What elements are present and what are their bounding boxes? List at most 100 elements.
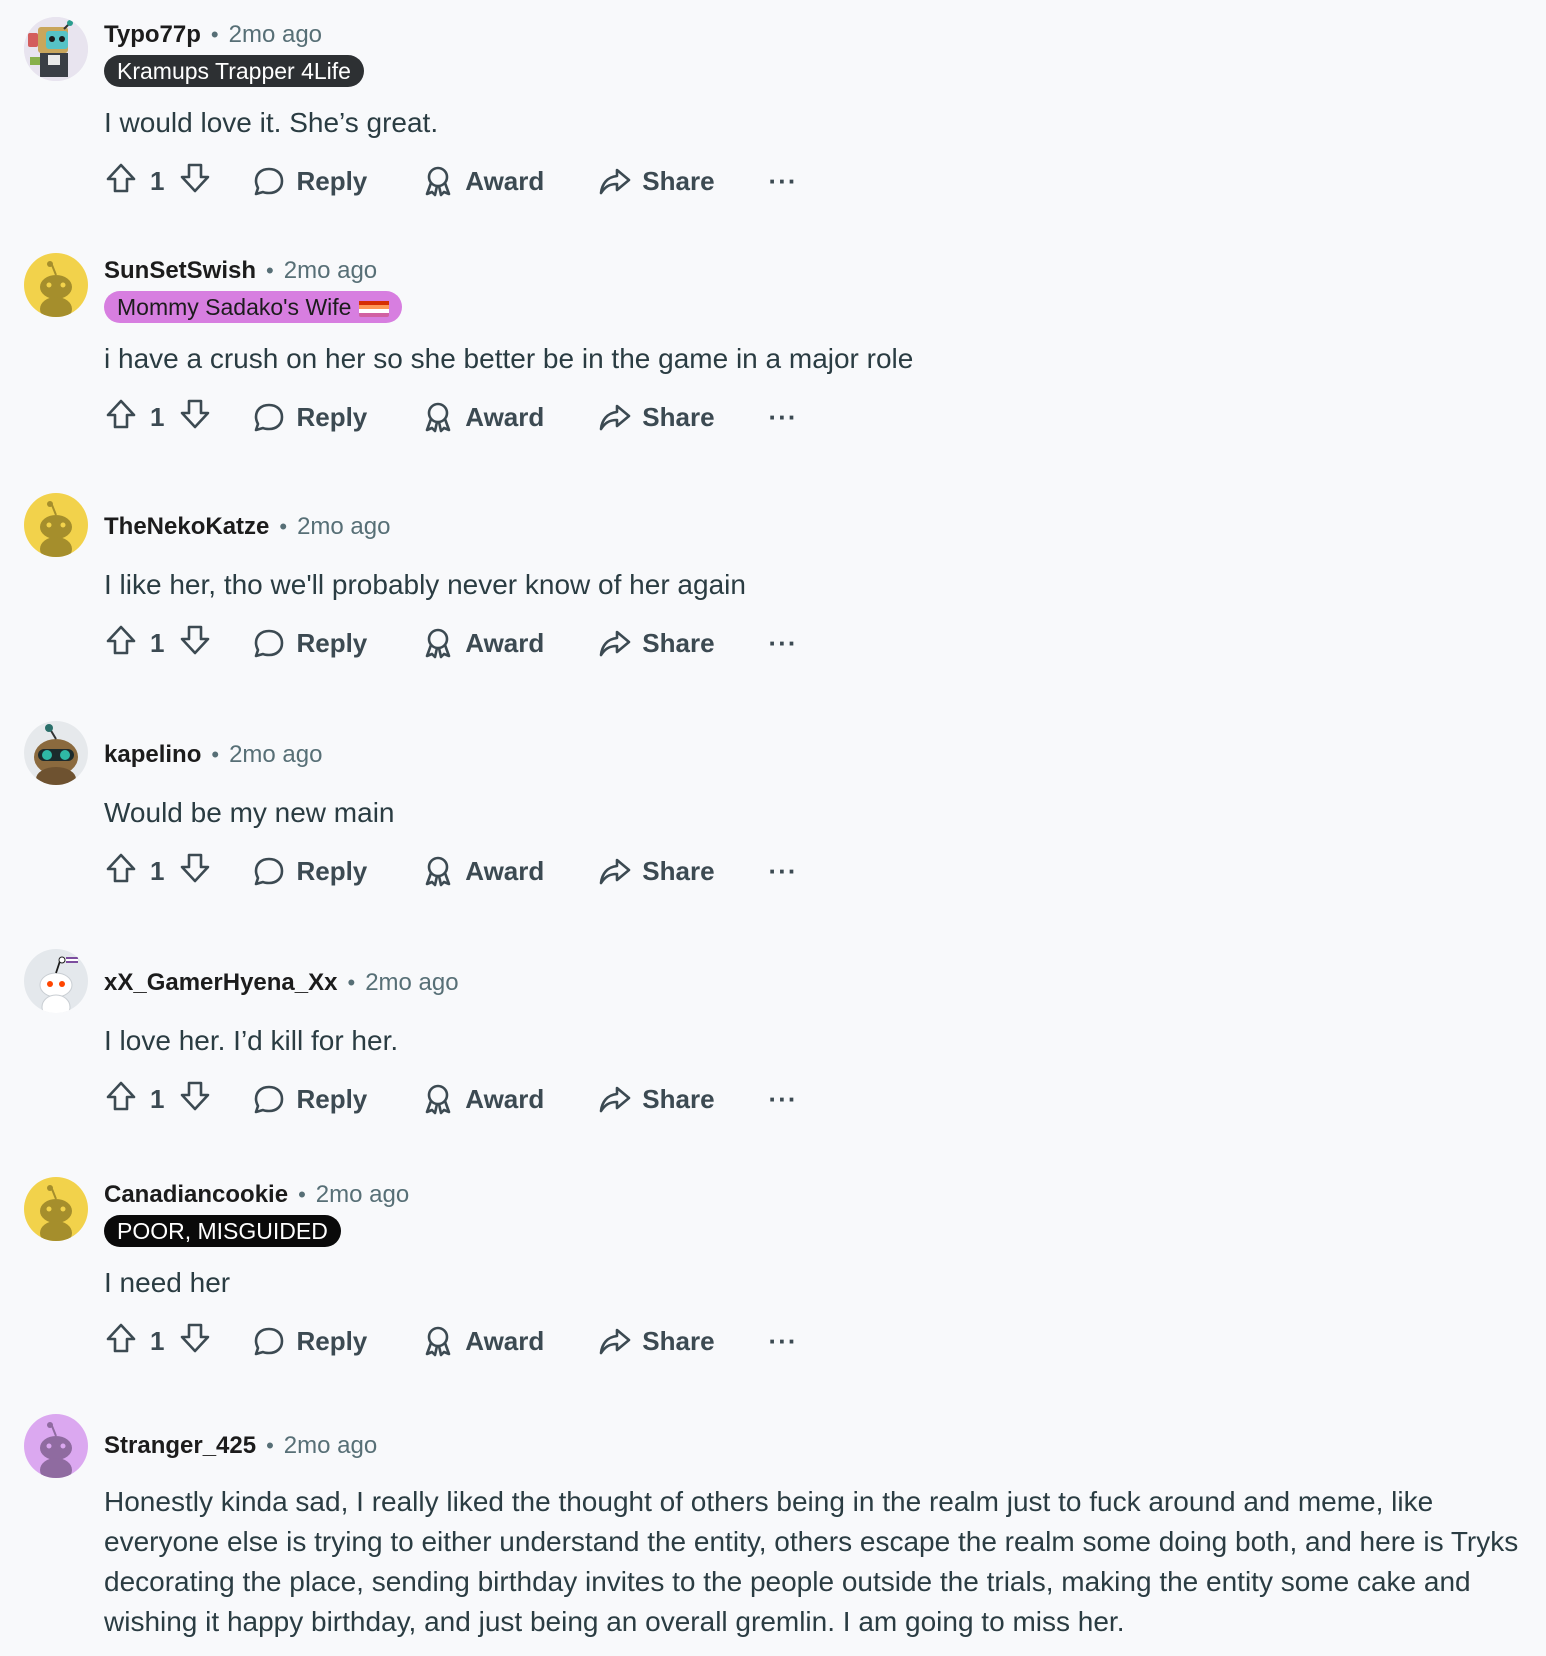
user-avatar[interactable] xyxy=(24,1414,88,1478)
downvote-icon[interactable] xyxy=(178,851,212,892)
goggles-avatar-icon xyxy=(24,721,88,785)
reply-label: Reply xyxy=(296,1325,368,1356)
comment-bubble-icon xyxy=(255,1085,284,1114)
vote-count: 1 xyxy=(150,855,165,886)
separator-dot: • xyxy=(298,1182,306,1207)
comment-text: Honestly kinda sad, I really liked the t… xyxy=(104,1486,1519,1637)
timestamp[interactable]: 2mo ago xyxy=(316,1177,409,1213)
comment-actions: 1 Reply Award Share ··· xyxy=(104,1319,1524,1363)
downvote-icon[interactable] xyxy=(178,397,212,438)
robot-avatar-icon xyxy=(24,17,88,81)
user-avatar[interactable] xyxy=(24,949,88,1013)
comment-body: TheNekoKatze • 2mo ago I like her, tho w… xyxy=(104,493,1524,665)
separator-dot: • xyxy=(266,258,274,283)
snoo-yellow-avatar-icon xyxy=(24,493,88,557)
username[interactable]: kapelino xyxy=(104,737,201,773)
more-options-icon[interactable]: ··· xyxy=(769,1084,798,1115)
more-options-icon[interactable]: ··· xyxy=(769,628,798,659)
share-label: Share xyxy=(642,1083,715,1114)
reply-button[interactable]: Reply xyxy=(252,1324,367,1358)
timestamp[interactable]: 2mo ago xyxy=(297,509,390,545)
username[interactable]: Canadiancookie xyxy=(104,1177,288,1213)
username[interactable]: TheNekoKatze xyxy=(104,509,269,545)
separator-dot: • xyxy=(347,970,356,995)
timestamp[interactable]: 2mo ago xyxy=(284,253,377,289)
comment-actions: 1 Reply Award Share ··· xyxy=(104,621,1524,665)
award-button[interactable]: Award xyxy=(421,1324,544,1358)
timestamp[interactable]: 2mo ago xyxy=(229,17,322,53)
comment-body: kapelino • 2mo ago Would be my new main … xyxy=(104,721,1524,893)
award-icon xyxy=(425,856,451,887)
user-avatar[interactable] xyxy=(24,17,88,81)
award-button[interactable]: Award xyxy=(421,164,544,198)
upvote-icon[interactable] xyxy=(104,851,138,892)
share-label: Share xyxy=(642,165,715,196)
reply-button[interactable]: Reply xyxy=(252,626,367,660)
award-icon xyxy=(425,1084,451,1115)
timestamp[interactable]: 2mo ago xyxy=(365,965,458,1001)
comment-bubble-icon xyxy=(255,857,284,886)
reply-button[interactable]: Reply xyxy=(252,400,367,434)
reply-button[interactable]: Reply xyxy=(252,1082,367,1116)
share-button[interactable]: Share xyxy=(598,854,715,888)
award-button[interactable]: Award xyxy=(421,400,544,434)
award-icon xyxy=(425,1326,451,1357)
separator-dot: • xyxy=(279,514,288,539)
user-flair: Kramups Trapper 4Life xyxy=(104,55,364,87)
vote-count: 1 xyxy=(150,401,165,432)
downvote-icon[interactable] xyxy=(178,1079,212,1120)
share-button[interactable]: Share xyxy=(598,1324,715,1358)
share-icon xyxy=(599,168,631,195)
upvote-icon[interactable] xyxy=(104,1079,138,1120)
username[interactable]: xX_GamerHyena_Xx xyxy=(104,965,337,1001)
comment-actions: 1 Reply Award Share ··· xyxy=(104,395,1524,439)
more-options-icon[interactable]: ··· xyxy=(769,1326,798,1357)
timestamp[interactable]: 2mo ago xyxy=(229,737,322,773)
upvote-icon[interactable] xyxy=(104,1321,138,1362)
comment-body: Canadiancookie • 2mo ago POOR, MISGUIDED… xyxy=(104,1177,1524,1363)
share-button[interactable]: Share xyxy=(598,164,715,198)
share-label: Share xyxy=(642,855,715,886)
reply-button[interactable]: Reply xyxy=(252,164,367,198)
upvote-icon[interactable] xyxy=(104,623,138,664)
comment-meta: xX_GamerHyena_Xx • 2mo ago xyxy=(104,965,1524,1001)
separator-dot: • xyxy=(266,1433,274,1458)
flair-text: Mommy Sadako's Wife xyxy=(117,294,352,320)
comment-bubble-icon xyxy=(255,403,284,432)
vote-count: 1 xyxy=(150,165,165,196)
upvote-icon[interactable] xyxy=(104,397,138,438)
more-options-icon[interactable]: ··· xyxy=(769,856,798,887)
more-options-icon[interactable]: ··· xyxy=(769,166,798,197)
upvote-icon[interactable] xyxy=(104,161,138,202)
user-avatar[interactable] xyxy=(24,493,88,557)
comment-body: SunSetSwish • 2mo ago Mommy Sadako's Wif… xyxy=(104,253,1524,439)
reply-label: Reply xyxy=(296,401,368,432)
share-button[interactable]: Share xyxy=(598,626,715,660)
snoo-yellow-avatar-icon xyxy=(24,1177,88,1241)
more-options-icon[interactable]: ··· xyxy=(769,402,798,433)
share-button[interactable]: Share xyxy=(598,1082,715,1116)
username[interactable]: SunSetSwish xyxy=(104,253,256,289)
user-avatar[interactable] xyxy=(24,253,88,317)
award-label: Award xyxy=(465,165,545,196)
award-button[interactable]: Award xyxy=(421,626,544,660)
reply-button[interactable]: Reply xyxy=(252,854,367,888)
separator-dot: • xyxy=(210,22,219,47)
username[interactable]: Stranger_425 xyxy=(104,1428,256,1464)
share-button[interactable]: Share xyxy=(598,400,715,434)
award-button[interactable]: Award xyxy=(421,854,544,888)
user-avatar[interactable] xyxy=(24,721,88,785)
timestamp[interactable]: 2mo ago xyxy=(284,1428,377,1464)
award-icon xyxy=(425,402,451,433)
username[interactable]: Typo77p xyxy=(104,17,201,53)
downvote-icon[interactable] xyxy=(178,1321,212,1362)
comment-actions: 1 Reply Award Share ··· xyxy=(104,159,1524,203)
award-label: Award xyxy=(465,1083,545,1114)
downvote-icon[interactable] xyxy=(178,623,212,664)
user-avatar[interactable] xyxy=(24,1177,88,1241)
downvote-icon[interactable] xyxy=(178,161,212,202)
snoo-avatar-icon xyxy=(24,949,88,1013)
award-button[interactable]: Award xyxy=(421,1082,544,1116)
vote-count: 1 xyxy=(150,627,165,658)
comment-body: Typo77p • 2mo ago Kramups Trapper 4Life … xyxy=(104,17,1524,203)
